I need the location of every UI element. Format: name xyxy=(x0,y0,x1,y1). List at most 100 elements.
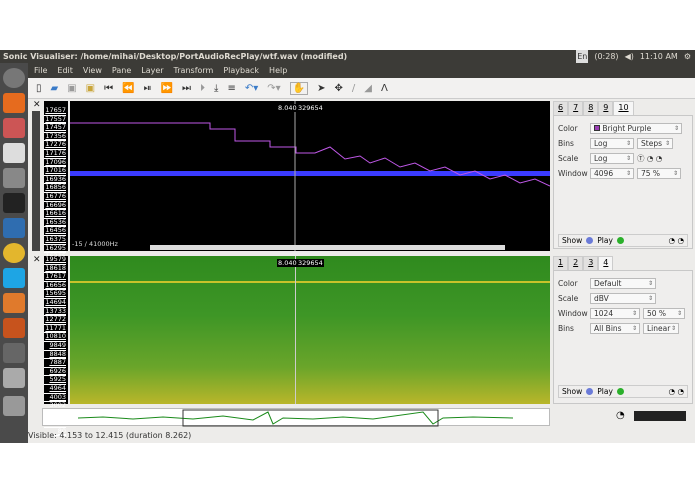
scale-label: Scale xyxy=(558,293,579,303)
overlap-select[interactable]: 75 % xyxy=(637,167,681,179)
title-bar: Sonic Visualiser: /home/mihai/Desktop/Po… xyxy=(0,50,695,63)
draw-tool-icon[interactable]: / xyxy=(352,83,355,94)
terminal-icon[interactable] xyxy=(3,193,25,213)
undo-icon[interactable]: ↶▾ xyxy=(245,83,258,94)
files-icon[interactable] xyxy=(3,118,25,138)
menu-transform[interactable]: Transform xyxy=(174,63,214,78)
menu-pane[interactable]: Pane xyxy=(112,63,131,78)
drive-icon[interactable] xyxy=(3,368,25,388)
show-toggle[interactable] xyxy=(586,237,594,244)
layer-tab-4[interactable]: 4 xyxy=(598,256,614,270)
volume-icon[interactable]: ◀) xyxy=(625,50,634,63)
bins-select[interactable]: Log xyxy=(590,137,634,149)
cursor-frame: 329654 xyxy=(297,259,324,267)
layer-tab-8[interactable]: 8 xyxy=(583,101,599,115)
gain-knob-icon[interactable]: ◔ ◔ xyxy=(669,236,684,245)
frequency-readout: -15 / 41000Hz xyxy=(72,240,118,248)
close-pane-icon[interactable]: ✕ xyxy=(33,100,41,110)
color-label: Color xyxy=(558,123,578,133)
play-selection-icon[interactable]: ⏵ xyxy=(200,83,205,94)
spectrum-pane[interactable]: 8.040 329654 -15 / 41000Hz xyxy=(70,101,551,251)
bins-label: Bins xyxy=(558,138,574,148)
layer-tab-2[interactable]: 2 xyxy=(568,256,584,270)
color-select[interactable]: Default xyxy=(590,277,656,289)
overlap-select[interactable]: 50 % xyxy=(643,307,685,319)
text-editor-icon[interactable] xyxy=(3,143,25,163)
loop-icon[interactable]: ≡ xyxy=(227,83,235,94)
toolbar: ▯ ▰ ▣ ▣ ⏮ ⏪ ⏯ ⏩ ⏭ ⏵ ⤓ ≡ ↶▾ ↷▾ ✋ ➤ ✥ / ◢ … xyxy=(28,78,695,99)
layer-tab-10[interactable]: 10 xyxy=(613,101,634,115)
peak-band xyxy=(70,171,550,176)
layer-tab-7[interactable]: 7 xyxy=(568,101,584,115)
bins-mode-select[interactable]: Linear xyxy=(643,322,679,334)
window-select[interactable]: 4096 xyxy=(590,167,634,179)
layer-tab-1[interactable]: 1 xyxy=(553,256,569,270)
layer-tab-9[interactable]: 9 xyxy=(598,101,614,115)
measure-tool-icon[interactable]: Ʌ xyxy=(381,83,388,94)
pane-scrollbar[interactable] xyxy=(32,111,40,251)
firefox-icon[interactable] xyxy=(3,93,25,113)
sonic-visualiser-icon[interactable] xyxy=(3,318,25,338)
battery-indicator[interactable]: (0:28) xyxy=(594,50,618,63)
window-select[interactable]: 1024 xyxy=(590,307,640,319)
navigate-tool-icon[interactable]: ✋ xyxy=(289,81,309,95)
app-icon[interactable] xyxy=(3,293,25,313)
spectrogram-pane[interactable]: 8.040 329654 xyxy=(70,256,550,404)
new-icon[interactable]: ▯ xyxy=(36,83,42,94)
help-icon[interactable] xyxy=(3,168,25,188)
redo-icon[interactable]: ↷▾ xyxy=(267,83,280,94)
device-icon[interactable] xyxy=(3,343,25,363)
overview-waveform[interactable] xyxy=(42,408,550,427)
move-tool-icon[interactable]: ✥ xyxy=(335,83,343,94)
erase-tool-icon[interactable]: ◢ xyxy=(364,83,372,94)
chrome-icon[interactable] xyxy=(3,243,25,263)
bins-mode-select[interactable]: Steps xyxy=(637,137,673,149)
show-label: Show xyxy=(562,387,583,396)
menu-file[interactable]: File xyxy=(34,63,47,78)
gear-icon[interactable]: ⚙ xyxy=(684,50,691,63)
layer-tab-3[interactable]: 3 xyxy=(583,256,599,270)
save-icon[interactable]: ▣ xyxy=(67,83,76,94)
dash-icon[interactable] xyxy=(3,68,25,88)
close-pane-icon[interactable]: ✕ xyxy=(33,255,41,265)
follow-playback-icon[interactable]: ⤓ xyxy=(214,83,218,94)
ide-icon[interactable] xyxy=(3,218,25,238)
skype-icon[interactable] xyxy=(3,268,25,288)
scale-select[interactable]: Log xyxy=(590,152,634,164)
play-toggle[interactable] xyxy=(616,388,624,395)
save-as-icon[interactable]: ▣ xyxy=(86,83,95,94)
menu-layer[interactable]: Layer xyxy=(141,63,163,78)
speed-knob-icon[interactable]: ◔ xyxy=(616,410,625,421)
visible-region xyxy=(182,409,439,427)
clock[interactable]: 11:10 AM xyxy=(640,50,678,63)
select-tool-icon[interactable]: ➤ xyxy=(317,83,325,94)
gain-knob-icon[interactable]: ◔ ◔ xyxy=(669,387,684,396)
layer-panel-bottom: 1 2 3 4 Color Default Scale dBV Window1024… xyxy=(553,256,693,406)
open-icon[interactable]: ▰ xyxy=(51,83,59,94)
threshold-knob-icon[interactable]: Ⓣ ◔ ◔ xyxy=(637,153,662,164)
fast-forward-icon[interactable]: ⏩ xyxy=(161,83,173,94)
layer-panel-top: 6 7 8 9 10 Color Bright Purple Bins LogSt… xyxy=(553,101,693,251)
show-toggle[interactable] xyxy=(586,388,594,395)
trash-icon[interactable] xyxy=(3,396,25,416)
play-toggle[interactable] xyxy=(616,237,624,244)
keyboard-indicator[interactable]: En xyxy=(576,50,589,63)
menu-edit[interactable]: Edit xyxy=(57,63,73,78)
menu-help[interactable]: Help xyxy=(269,63,287,78)
layer-tab-6[interactable]: 6 xyxy=(553,101,569,115)
frequency-scale: 19579 18618 17617 16656 15695 14694 13733 12772… xyxy=(44,255,68,437)
scale-select[interactable]: dBV xyxy=(590,292,656,304)
play-pause-icon[interactable]: ⏯ xyxy=(144,83,152,94)
rewind-start-icon[interactable]: ⏮ xyxy=(104,83,113,94)
rewind-icon[interactable]: ⏪ xyxy=(122,83,134,94)
color-select[interactable]: Bright Purple xyxy=(590,122,682,134)
menu-playback[interactable]: Playback xyxy=(223,63,259,78)
play-label: Play xyxy=(597,387,613,396)
scale-label: Scale xyxy=(558,153,579,163)
fast-forward-end-icon[interactable]: ⏭ xyxy=(182,83,191,94)
bins-select[interactable]: All Bins xyxy=(590,322,640,334)
menu-view[interactable]: View xyxy=(83,63,102,78)
window-title: Sonic Visualiser: /home/mihai/Desktop/Po… xyxy=(3,52,348,61)
launcher xyxy=(0,63,28,443)
bins-label: Bins xyxy=(558,323,574,333)
